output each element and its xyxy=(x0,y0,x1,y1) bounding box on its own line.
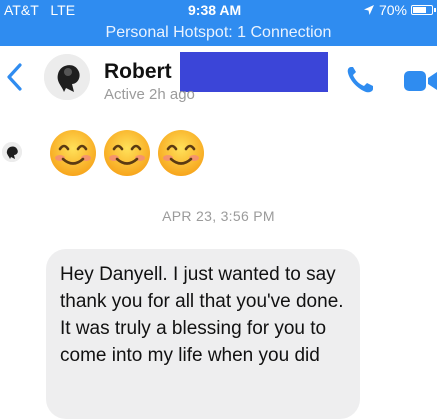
avatar[interactable] xyxy=(44,54,90,100)
clock: 9:38 AM xyxy=(188,2,242,18)
sender-avatar-image xyxy=(2,142,22,162)
status-right: 70% xyxy=(363,0,436,20)
phone-icon[interactable] xyxy=(344,64,376,96)
message-timestamp: APR 23, 3:56 PM xyxy=(162,208,275,224)
battery-icon xyxy=(411,5,436,15)
video-camera-icon[interactable] xyxy=(404,68,437,94)
conversation-header: Robert Active 2h ago xyxy=(0,46,437,110)
battery-percent: 70% xyxy=(378,2,407,18)
battery-fill xyxy=(413,7,426,13)
smiling-face-emoji-icon xyxy=(104,130,150,176)
avatar-image xyxy=(44,54,90,100)
location-arrow-icon xyxy=(363,5,374,15)
sender-avatar[interactable] xyxy=(2,142,22,162)
hotspot-banner[interactable]: Personal Hotspot: 1 Connection xyxy=(0,20,437,46)
smiling-face-emoji-icon xyxy=(158,130,204,176)
carrier-info: AT&T LTE xyxy=(4,0,75,20)
redaction-block xyxy=(180,52,328,92)
carrier-label: AT&T xyxy=(4,2,39,18)
emoji-message[interactable] xyxy=(48,128,206,178)
back-chevron-icon[interactable] xyxy=(4,62,24,92)
active-status: Active 2h ago xyxy=(104,86,195,103)
network-label: LTE xyxy=(50,2,76,18)
message-bubble[interactable]: Hey Danyell. I just wanted to say thank … xyxy=(46,249,360,419)
status-bar: AT&T LTE 9:38 AM 70% xyxy=(0,0,437,20)
smiling-face-emoji-icon xyxy=(50,130,96,176)
contact-name[interactable]: Robert xyxy=(104,60,172,84)
